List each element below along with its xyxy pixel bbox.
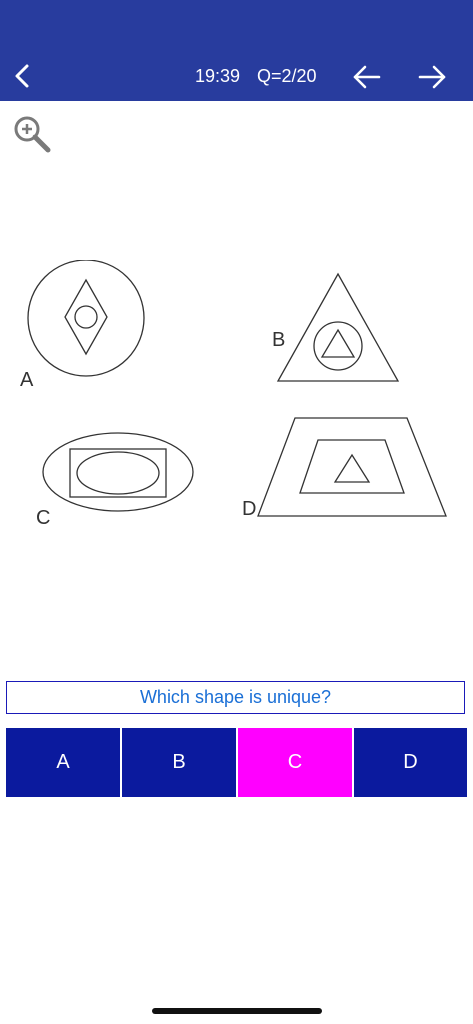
shape-c (42, 432, 194, 512)
previous-question-button[interactable] (350, 62, 384, 92)
zoom-button[interactable] (10, 112, 54, 156)
puzzle-figure: A B C D (20, 260, 447, 529)
home-indicator (152, 1008, 322, 1014)
label-b: B (272, 329, 285, 351)
arrow-right-icon (418, 65, 446, 89)
answer-button-b[interactable]: B (122, 728, 238, 797)
answer-button-a[interactable]: A (6, 728, 122, 797)
chevron-left-icon (15, 64, 29, 88)
zoom-in-icon (14, 116, 51, 153)
back-button[interactable] (8, 60, 38, 92)
timer: 19:39 (195, 66, 241, 86)
shape-d (257, 417, 447, 517)
shape-b (276, 272, 400, 382)
answer-options: ABCD (6, 728, 467, 797)
label-d: D (242, 498, 256, 520)
top-nav-bar: 19:39 Q=2/20 (0, 0, 473, 101)
label-a: A (20, 369, 34, 391)
answer-button-d[interactable]: D (354, 728, 467, 797)
question-counter: Q=2/20 (257, 66, 317, 86)
next-question-button[interactable] (415, 62, 449, 92)
label-c: C (36, 507, 50, 529)
answer-button-c[interactable]: C (238, 728, 354, 797)
question-prompt: Which shape is unique? (6, 681, 465, 714)
shape-a (27, 260, 145, 377)
arrow-left-icon (353, 65, 381, 89)
